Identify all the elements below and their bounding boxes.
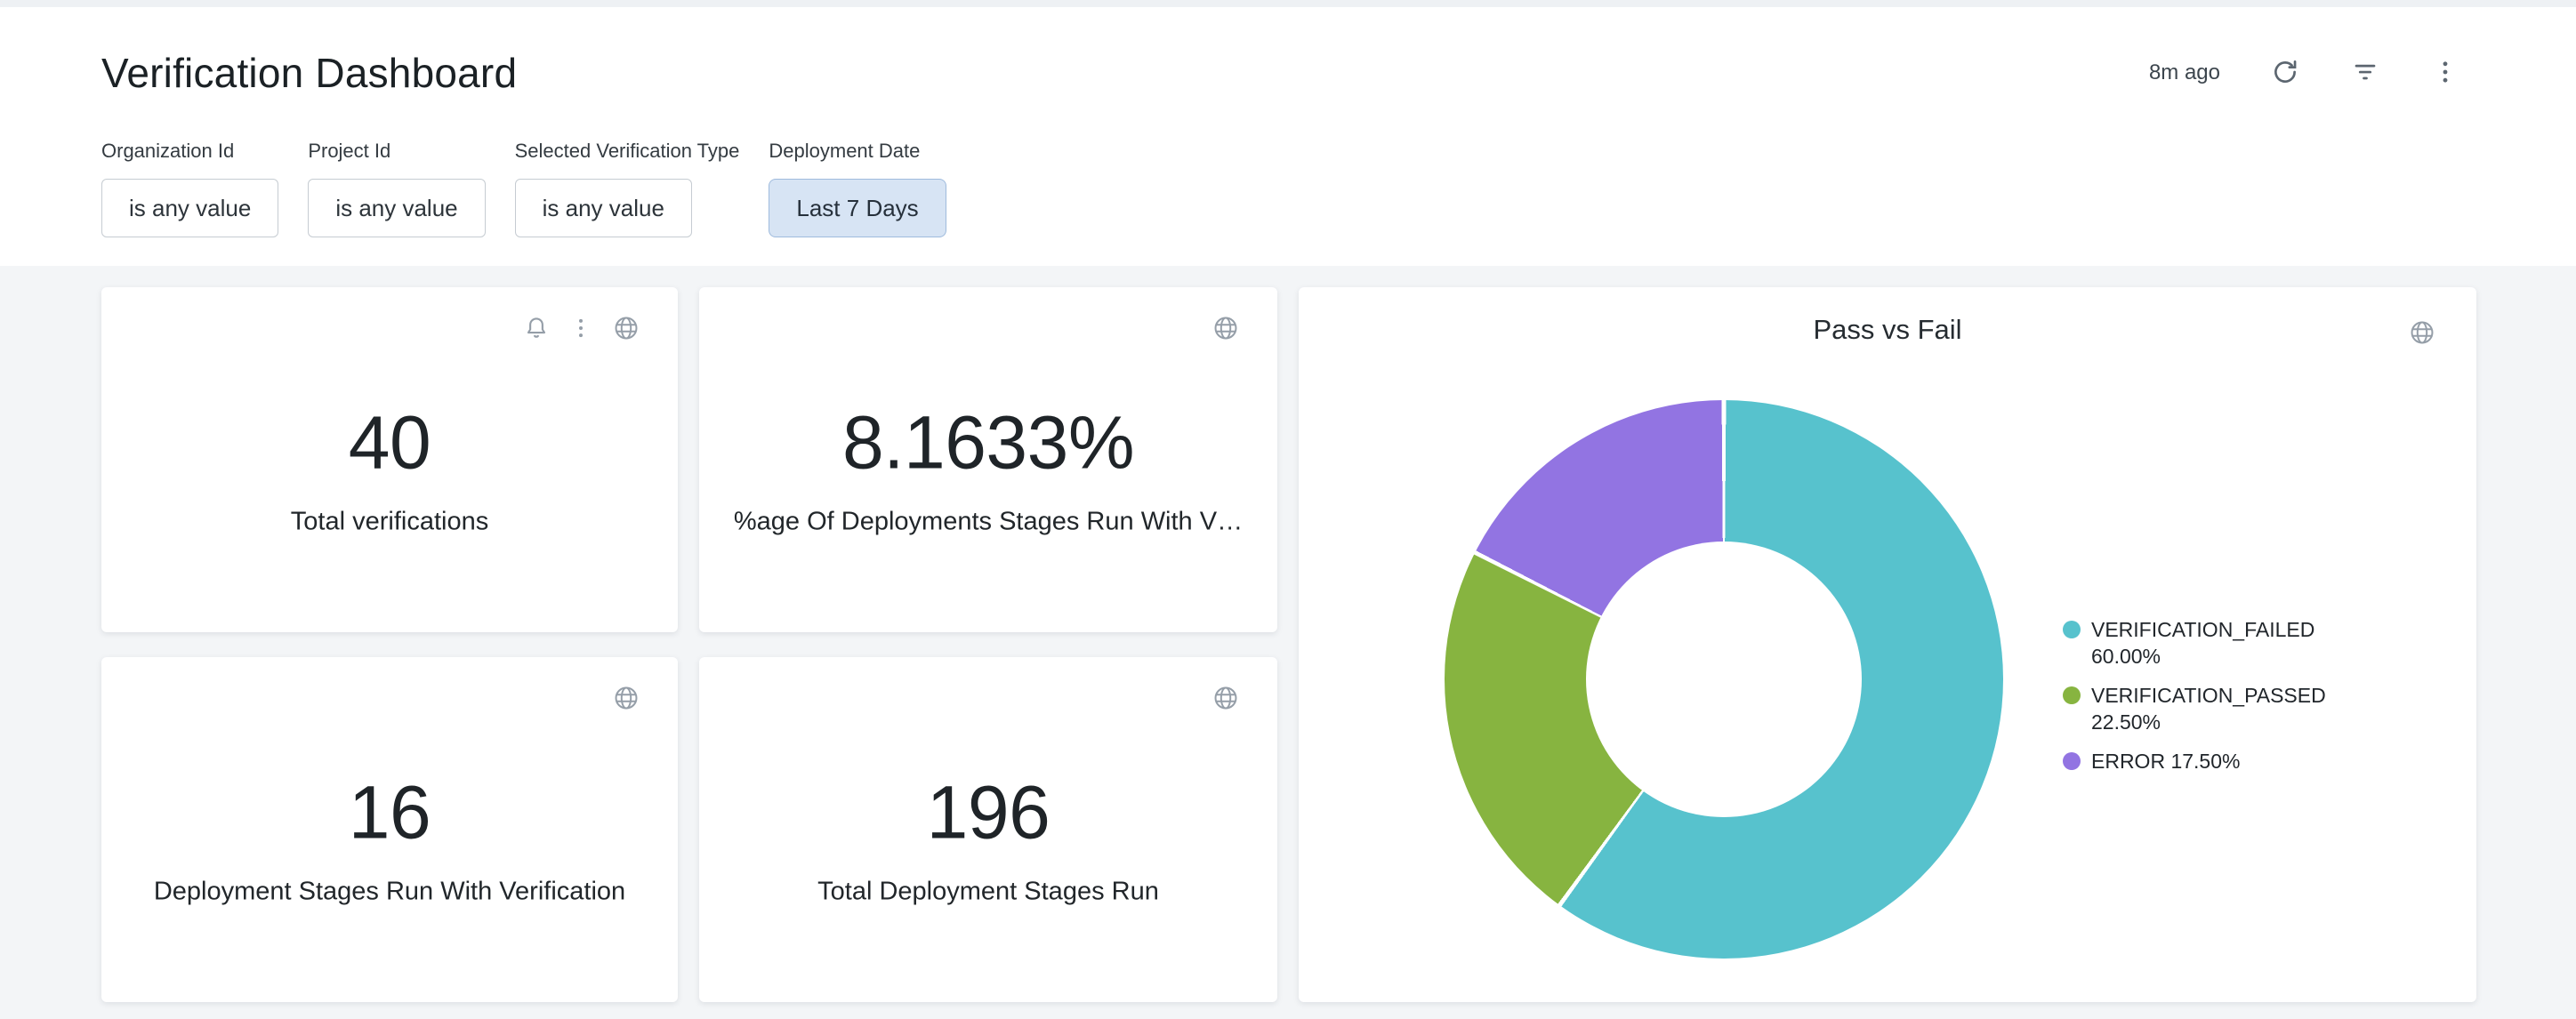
filter-organization-id-value[interactable]: is any value xyxy=(101,179,278,237)
stat-value: 16 xyxy=(101,770,678,856)
tile-pct-stages-with-verification: 8.1633% %age Of Deployments Stages Run W… xyxy=(699,287,1277,632)
filter-project-id-value[interactable]: is any value xyxy=(308,179,485,237)
filter-label: Selected Verification Type xyxy=(515,140,740,163)
kebab-icon xyxy=(568,315,594,344)
last-refresh-time: 8m ago xyxy=(2149,60,2220,85)
filter-deployment-date-value[interactable]: Last 7 Days xyxy=(769,179,946,237)
tile-stages-with-verification: 16 Deployment Stages Run With Verificati… xyxy=(101,657,678,1002)
tile-pass-vs-fail: Pass vs Fail VERIFICATION_FAIL xyxy=(1299,287,2476,1002)
stat-value: 8.1633% xyxy=(699,400,1277,486)
legend-percent: 17.50% xyxy=(2170,750,2240,773)
chart-legend: VERIFICATION_FAILED 60.00% VERIFICATION_… xyxy=(2063,616,2358,774)
tile-globe-button[interactable] xyxy=(612,684,640,715)
tile-total-stages-run: 196 Total Deployment Stages Run xyxy=(699,657,1277,1002)
donut-hole xyxy=(1586,542,1862,817)
filter-label: Project Id xyxy=(308,140,390,163)
legend-item-verification-passed[interactable]: VERIFICATION_PASSED 22.50% xyxy=(2063,682,2358,735)
filter-button[interactable] xyxy=(2350,57,2380,90)
legend-color-dot xyxy=(2063,686,2081,704)
stat-value: 196 xyxy=(699,770,1277,856)
filter-verification-type-value[interactable]: is any value xyxy=(515,179,692,237)
globe-icon xyxy=(612,684,640,715)
tile-globe-button[interactable] xyxy=(1212,314,1240,345)
tile-globe-button[interactable] xyxy=(612,314,640,345)
filter-project-id: Project Id is any value xyxy=(308,140,485,237)
stat-label: Total Deployment Stages Run xyxy=(699,878,1277,907)
filter-label: Deployment Date xyxy=(769,140,920,163)
globe-icon xyxy=(1212,684,1240,715)
filter-verification-type: Selected Verification Type is any value xyxy=(515,140,740,237)
chart-title: Pass vs Fail xyxy=(1299,314,2476,346)
tile-menu-button[interactable] xyxy=(568,314,594,345)
legend-color-dot xyxy=(2063,621,2081,638)
stat-label: %age Of Deployments Stages Run With V… xyxy=(699,508,1277,537)
header-actions: 8m ago xyxy=(2149,57,2460,90)
kebab-icon xyxy=(2430,57,2460,90)
refresh-button[interactable] xyxy=(2270,57,2300,90)
top-strip xyxy=(0,0,2576,7)
globe-icon xyxy=(1212,314,1240,345)
legend-label: VERIFICATION_FAILED xyxy=(2091,618,2314,641)
tile-globe-button[interactable] xyxy=(2408,318,2436,349)
filter-deployment-date: Deployment Date Last 7 Days xyxy=(769,140,946,237)
legend-label: VERIFICATION_PASSED xyxy=(2091,684,2326,707)
tile-globe-button[interactable] xyxy=(1212,684,1240,715)
dashboard-header: Verification Dashboard 8m ago xyxy=(0,7,2576,266)
legend-item-verification-failed[interactable]: VERIFICATION_FAILED 60.00% xyxy=(2063,616,2358,670)
stat-value: 40 xyxy=(101,400,678,486)
header-menu-button[interactable] xyxy=(2430,57,2460,90)
alert-bell-button[interactable] xyxy=(523,314,550,345)
filter-label: Organization Id xyxy=(101,140,234,163)
filter-organization-id: Organization Id is any value xyxy=(101,140,278,237)
filter-bar: Organization Id is any value Project Id … xyxy=(101,140,2460,237)
tile-total-verifications: 40 Total verifications xyxy=(101,287,678,632)
page-title: Verification Dashboard xyxy=(101,49,517,97)
legend-color-dot xyxy=(2063,752,2081,770)
legend-item-error[interactable]: ERROR 17.50% xyxy=(2063,748,2358,774)
stat-label: Deployment Stages Run With Verification xyxy=(101,878,678,907)
bell-icon xyxy=(523,315,550,344)
refresh-icon xyxy=(2270,57,2300,90)
dashboard-content: 40 Total verifications 8.1633% %age Of D… xyxy=(0,266,2576,1019)
globe-icon xyxy=(612,314,640,345)
legend-percent: 60.00% xyxy=(2091,645,2161,668)
legend-percent: 22.50% xyxy=(2091,710,2161,734)
filter-icon xyxy=(2350,57,2380,90)
stat-label: Total verifications xyxy=(101,508,678,537)
globe-icon xyxy=(2408,318,2436,349)
legend-label: ERROR xyxy=(2091,750,2165,773)
pass-fail-donut[interactable] xyxy=(1445,400,2003,959)
